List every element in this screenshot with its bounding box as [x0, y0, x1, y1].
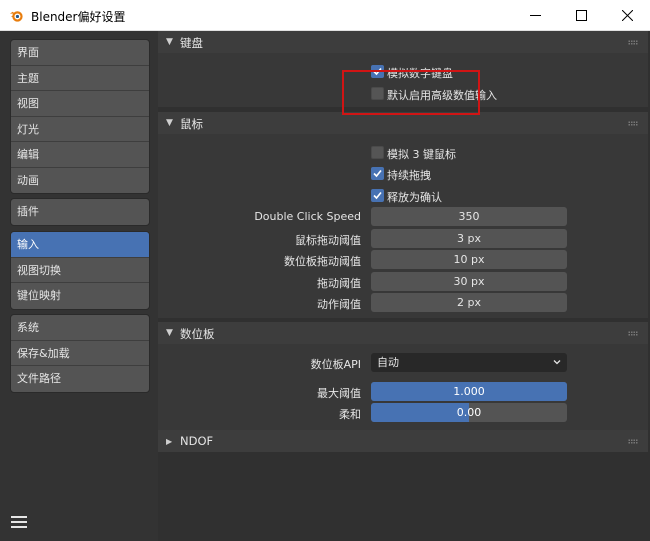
title-bar: Blender偏好设置	[0, 0, 650, 31]
keyboard-panel-header[interactable]: ▼ 键盘	[158, 31, 648, 53]
release-confirms-label: 释放为确认	[387, 191, 442, 204]
tablet-api-label: 数位板API	[310, 358, 361, 371]
checkmark-icon	[373, 169, 382, 178]
close-button[interactable]	[604, 0, 650, 31]
release-confirms-checkbox[interactable]	[371, 189, 384, 202]
tablet-api-dropdown[interactable]: 自动	[371, 353, 567, 372]
mouse-panel-header[interactable]: ▼ 鼠标	[158, 112, 648, 134]
sidebar-item-animation[interactable]: 动画	[11, 168, 149, 194]
maximize-icon	[575, 10, 587, 21]
max-threshold-value: 1.000	[453, 385, 485, 398]
sidebar-item-lights[interactable]: 灯光	[11, 117, 149, 142]
sidebar-item-save-load[interactable]: 保存&加载	[11, 341, 149, 366]
chevron-down-icon	[553, 353, 561, 378]
softness-slider[interactable]: 0.00	[371, 403, 567, 422]
highlight-annotation-box	[342, 70, 480, 115]
window-title: Blender偏好设置	[31, 10, 126, 24]
mouse-drag-threshold-label: 鼠标拖动阈值	[295, 234, 361, 247]
double-click-speed-field[interactable]: 350	[371, 207, 567, 226]
softness-value: 0.00	[456, 406, 482, 419]
tablet-panel-body: 数位板API 自动 最大阈值 1.000 柔和 0.00	[158, 344, 648, 430]
sidebar-item-system[interactable]: 系统	[11, 315, 149, 341]
sidebar-item-file-paths[interactable]: 文件路径	[11, 366, 149, 392]
sidebar-item-editing[interactable]: 编辑	[11, 142, 149, 168]
sidebar-item-viewport[interactable]: 视图	[11, 91, 149, 117]
minimize-button[interactable]	[512, 0, 558, 31]
motion-threshold-label: 动作阈值	[317, 298, 361, 311]
sidebar-group-system: 系统 保存&加载 文件路径	[10, 314, 150, 393]
mouse-drag-threshold-field[interactable]: 3 px	[371, 229, 567, 248]
drag-grip-icon[interactable]	[628, 40, 638, 45]
drag-grip-icon[interactable]	[628, 331, 638, 336]
sidebar: 界面 主题 视图 灯光 编辑 动画 插件 输入 视图切换 键位映射 系统 保存&…	[0, 31, 158, 541]
hamburger-menu-icon[interactable]	[11, 515, 27, 529]
sidebar-item-navigation[interactable]: 视图切换	[11, 258, 149, 283]
preferences-window: 界面 主题 视图 灯光 编辑 动画 插件 输入 视图切换 键位映射 系统 保存&…	[0, 31, 650, 541]
sidebar-item-keymap[interactable]: 键位映射	[11, 283, 149, 309]
blender-logo-icon	[9, 11, 23, 22]
tablet-panel-title: 数位板	[180, 327, 215, 341]
tablet-drag-threshold-field[interactable]: 10 px	[371, 250, 567, 269]
continuous-grab-checkbox[interactable]	[371, 167, 384, 180]
motion-threshold-field[interactable]: 2 px	[371, 293, 567, 312]
expanded-triangle-icon: ▼	[166, 118, 173, 128]
keyboard-panel-title: 键盘	[180, 36, 203, 50]
emulate-3-button-label: 模拟 3 键鼠标	[387, 148, 456, 161]
sidebar-group-general: 界面 主题 视图 灯光 编辑 动画	[10, 39, 150, 194]
ndof-panel-title: NDOF	[180, 434, 214, 448]
sidebar-item-input[interactable]: 输入	[11, 232, 149, 258]
mouse-panel-title: 鼠标	[180, 117, 203, 131]
sidebar-item-interface[interactable]: 界面	[11, 40, 149, 66]
ndof-panel-header[interactable]: ▶ NDOF	[158, 430, 648, 452]
collapsed-triangle-icon: ▶	[166, 437, 173, 446]
drag-grip-icon[interactable]	[628, 439, 638, 444]
minimize-icon	[529, 15, 541, 16]
tablet-api-value: 自动	[377, 356, 399, 369]
continuous-grab-label: 持续拖拽	[387, 169, 431, 182]
mouse-panel-body: 模拟 3 键鼠标 持续拖拽 释放为确认 Double Click Speed 3…	[158, 134, 648, 318]
max-threshold-label: 最大阈值	[317, 387, 361, 400]
close-icon	[621, 10, 633, 21]
tablet-drag-threshold-label: 数位板拖动阈值	[284, 255, 361, 268]
sidebar-group-input: 输入 视图切换 键位映射	[10, 231, 150, 310]
maximize-button[interactable]	[558, 0, 604, 31]
expanded-triangle-icon: ▼	[166, 37, 173, 47]
softness-label: 柔和	[339, 408, 361, 421]
sidebar-item-addons[interactable]: 插件	[11, 199, 149, 225]
checkmark-icon	[373, 191, 382, 200]
drag-threshold-label: 拖动阈值	[317, 277, 361, 290]
double-click-speed-label: Double Click Speed	[254, 210, 361, 223]
drag-grip-icon[interactable]	[628, 121, 638, 126]
emulate-3-button-checkbox[interactable]	[371, 146, 384, 159]
expanded-triangle-icon: ▼	[166, 328, 173, 338]
drag-threshold-field[interactable]: 30 px	[371, 272, 567, 291]
max-threshold-slider[interactable]: 1.000	[371, 382, 567, 401]
sidebar-item-themes[interactable]: 主题	[11, 66, 149, 91]
tablet-panel-header[interactable]: ▼ 数位板	[158, 322, 648, 344]
sidebar-group-addons: 插件	[10, 198, 150, 226]
